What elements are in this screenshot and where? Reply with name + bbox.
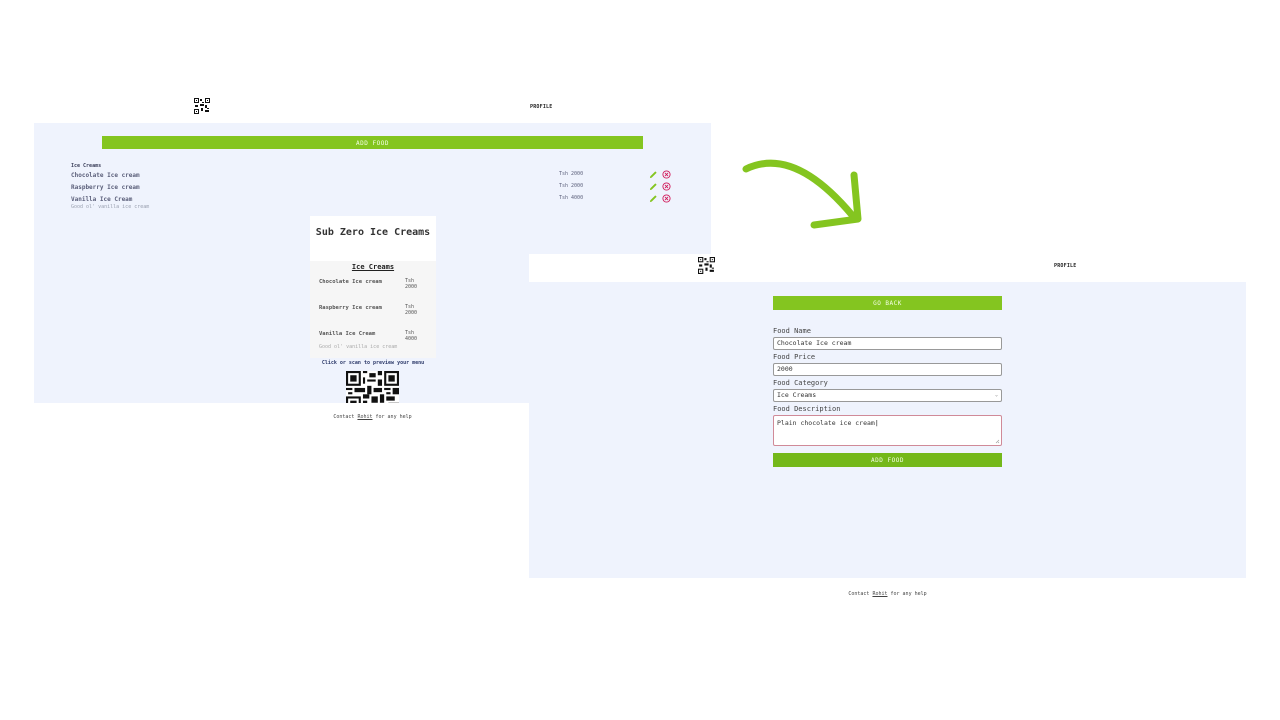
qr-code-logo[interactable] [698,257,715,278]
footer-text: for any help [887,591,927,597]
footer-text: for any help [372,414,412,420]
qr-code-icon [346,371,399,403]
preview-item-name: Vanilla Ice Cream [319,331,376,337]
preview-item-price: Tsh 2000 [405,304,418,316]
list-item-name: Vanilla Ice Cream [71,196,133,203]
qr-code-logo[interactable] [194,98,210,118]
profile-link[interactable]: PROFILE [530,104,552,110]
footer-text: Contact [848,591,873,597]
delete-circle-icon[interactable] [662,194,671,203]
pencil-icon[interactable] [649,182,658,191]
list-item-name: Raspberry Ice cream [71,184,140,191]
preview-item-description: Good ol' vanilla ice cream [319,344,398,350]
preview-category-title: Ice Creams [351,263,395,271]
footer: Contact Rohit for any help [800,591,975,597]
footer: Contact Rohit for any help [300,414,445,420]
qr-code-icon [194,98,210,114]
food-name-input[interactable]: Chocolate Ice cream [773,337,1002,350]
food-description-value: Plain chocolate ice cream [777,419,875,427]
contact-link[interactable]: Rohit [357,414,372,420]
food-description-label: Food Description [773,405,841,413]
food-price-input[interactable]: 2000 [773,363,1002,376]
preview-item-name: Chocolate Ice cream [319,279,382,285]
delete-circle-icon[interactable] [662,182,671,191]
menu-preview-card[interactable]: Sub Zero Ice Creams Ice Creams Chocolate… [310,216,436,358]
preview-item-name: Raspberry Ice cream [319,305,382,311]
resize-handle-icon[interactable] [995,439,1000,444]
contact-link[interactable]: Rohit [872,591,887,597]
food-category-value: Ice Creams [777,391,817,399]
add-food-submit-button[interactable]: ADD FOOD [773,453,1002,467]
text-cursor: | [874,419,879,427]
food-price-label: Food Price [773,353,816,361]
preview-item-price: Tsh 4000 [405,330,418,342]
list-item-price: Tsh 2000 [559,171,584,177]
pencil-icon[interactable] [649,194,658,203]
add-food-button[interactable]: ADD FOOD [102,136,643,149]
screen2-header [529,254,1246,282]
footer-text: Contact [333,414,358,420]
list-item-price: Tsh 4000 [559,195,584,201]
list-item-description: Good ol' vanilla ice cream [71,204,150,210]
delete-circle-icon[interactable] [662,170,671,179]
menu-preview-header: Sub Zero Ice Creams [310,216,436,261]
category-title: Ice Creams [71,163,102,169]
food-category-label: Food Category [773,379,828,387]
list-item-price: Tsh 2000 [559,183,584,189]
food-description-textarea[interactable]: Plain chocolate ice cream| [773,415,1002,446]
food-name-label: Food Name [773,327,811,335]
preview-item-price: Tsh 2000 [405,278,418,290]
go-back-button[interactable]: GO BACK [773,296,1002,310]
profile-link[interactable]: PROFILE [1054,263,1076,269]
list-item-name: Chocolate Ice cream [71,172,140,179]
curved-arrow-icon [742,159,862,229]
scan-prompt: Click or scan to preview your menu [321,360,425,366]
menu-qr-code[interactable] [346,371,399,403]
restaurant-name: Sub Zero Ice Creams [315,227,431,238]
qr-code-icon [698,257,715,274]
chevron-down-icon: ⌄ [994,392,998,398]
food-category-select[interactable]: Ice Creams ⌄ [773,389,1002,402]
pencil-icon[interactable] [649,170,658,179]
